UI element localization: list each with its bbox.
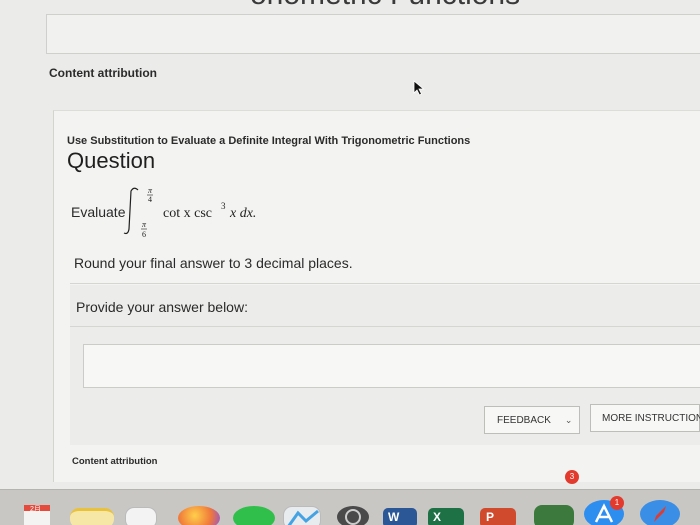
excel-letter: X <box>433 510 442 524</box>
answer-input[interactable] <box>83 344 700 388</box>
powerpoint-letter: P <box>486 510 495 524</box>
divider <box>70 283 700 284</box>
more-instruction-label: MORE INSTRUCTION <box>602 412 700 424</box>
content-attribution-top[interactable]: Content attribution <box>49 66 157 80</box>
word-letter: W <box>388 510 400 524</box>
microsoft-powerpoint-icon[interactable]: P <box>480 508 516 525</box>
integrand-text: cot x csc <box>163 206 212 221</box>
system-preferences-icon[interactable] <box>337 506 369 525</box>
notification-badge: 1 <box>610 496 624 510</box>
rounding-instruction: Round your final answer to 3 decimal pla… <box>74 255 353 271</box>
calendar-icon[interactable]: 2月 <box>24 505 50 525</box>
photo-app-icon[interactable] <box>534 505 574 525</box>
content-attribution-bottom[interactable]: Content attribution <box>72 456 157 467</box>
facetime-icon[interactable] <box>233 506 275 525</box>
integrand-exponent: 3 <box>221 201 226 211</box>
chevron-down-icon: ⌄ <box>564 414 573 425</box>
microsoft-word-icon[interactable]: W <box>383 508 417 525</box>
screen: onometric Functions Content attribution … <box>0 0 700 525</box>
notes-icon[interactable] <box>70 508 114 525</box>
maps-icon[interactable] <box>283 506 321 525</box>
lower-limit-numerator: π <box>142 220 147 229</box>
calendar-day: 2月 <box>30 506 41 513</box>
mouse-cursor-icon <box>413 80 425 101</box>
integrand-tail: x dx. <box>229 206 256 221</box>
lower-limit-denominator: 6 <box>142 230 146 239</box>
feedback-button[interactable]: FEEDBACK ⌄ <box>484 406 580 434</box>
feedback-label: FEEDBACK <box>497 414 551 426</box>
question-title: Question <box>67 148 156 173</box>
notification-badge: 3 <box>565 470 579 484</box>
partial-page-heading: onometric Functions <box>250 0 520 12</box>
microsoft-excel-icon[interactable]: X <box>428 508 464 525</box>
question-subtitle: Use Substitution to Evaluate a Definite … <box>67 135 471 147</box>
more-instruction-button[interactable]: MORE INSTRUCTION <box>590 404 700 432</box>
integral-expression: π 4 π 6 cot x csc 3 x dx. <box>123 183 284 243</box>
divider <box>70 326 700 327</box>
evaluate-label: Evaluate <box>71 204 126 220</box>
integral-sign-icon <box>123 187 139 235</box>
safari-icon[interactable] <box>640 500 680 525</box>
reminders-icon[interactable] <box>125 507 157 525</box>
upper-limit-denominator: 4 <box>148 195 152 204</box>
previous-answer-panel <box>46 14 700 54</box>
provide-answer-label: Provide your answer below: <box>76 299 248 315</box>
photos-icon[interactable] <box>178 506 220 525</box>
upper-limit-numerator: π <box>148 186 153 195</box>
